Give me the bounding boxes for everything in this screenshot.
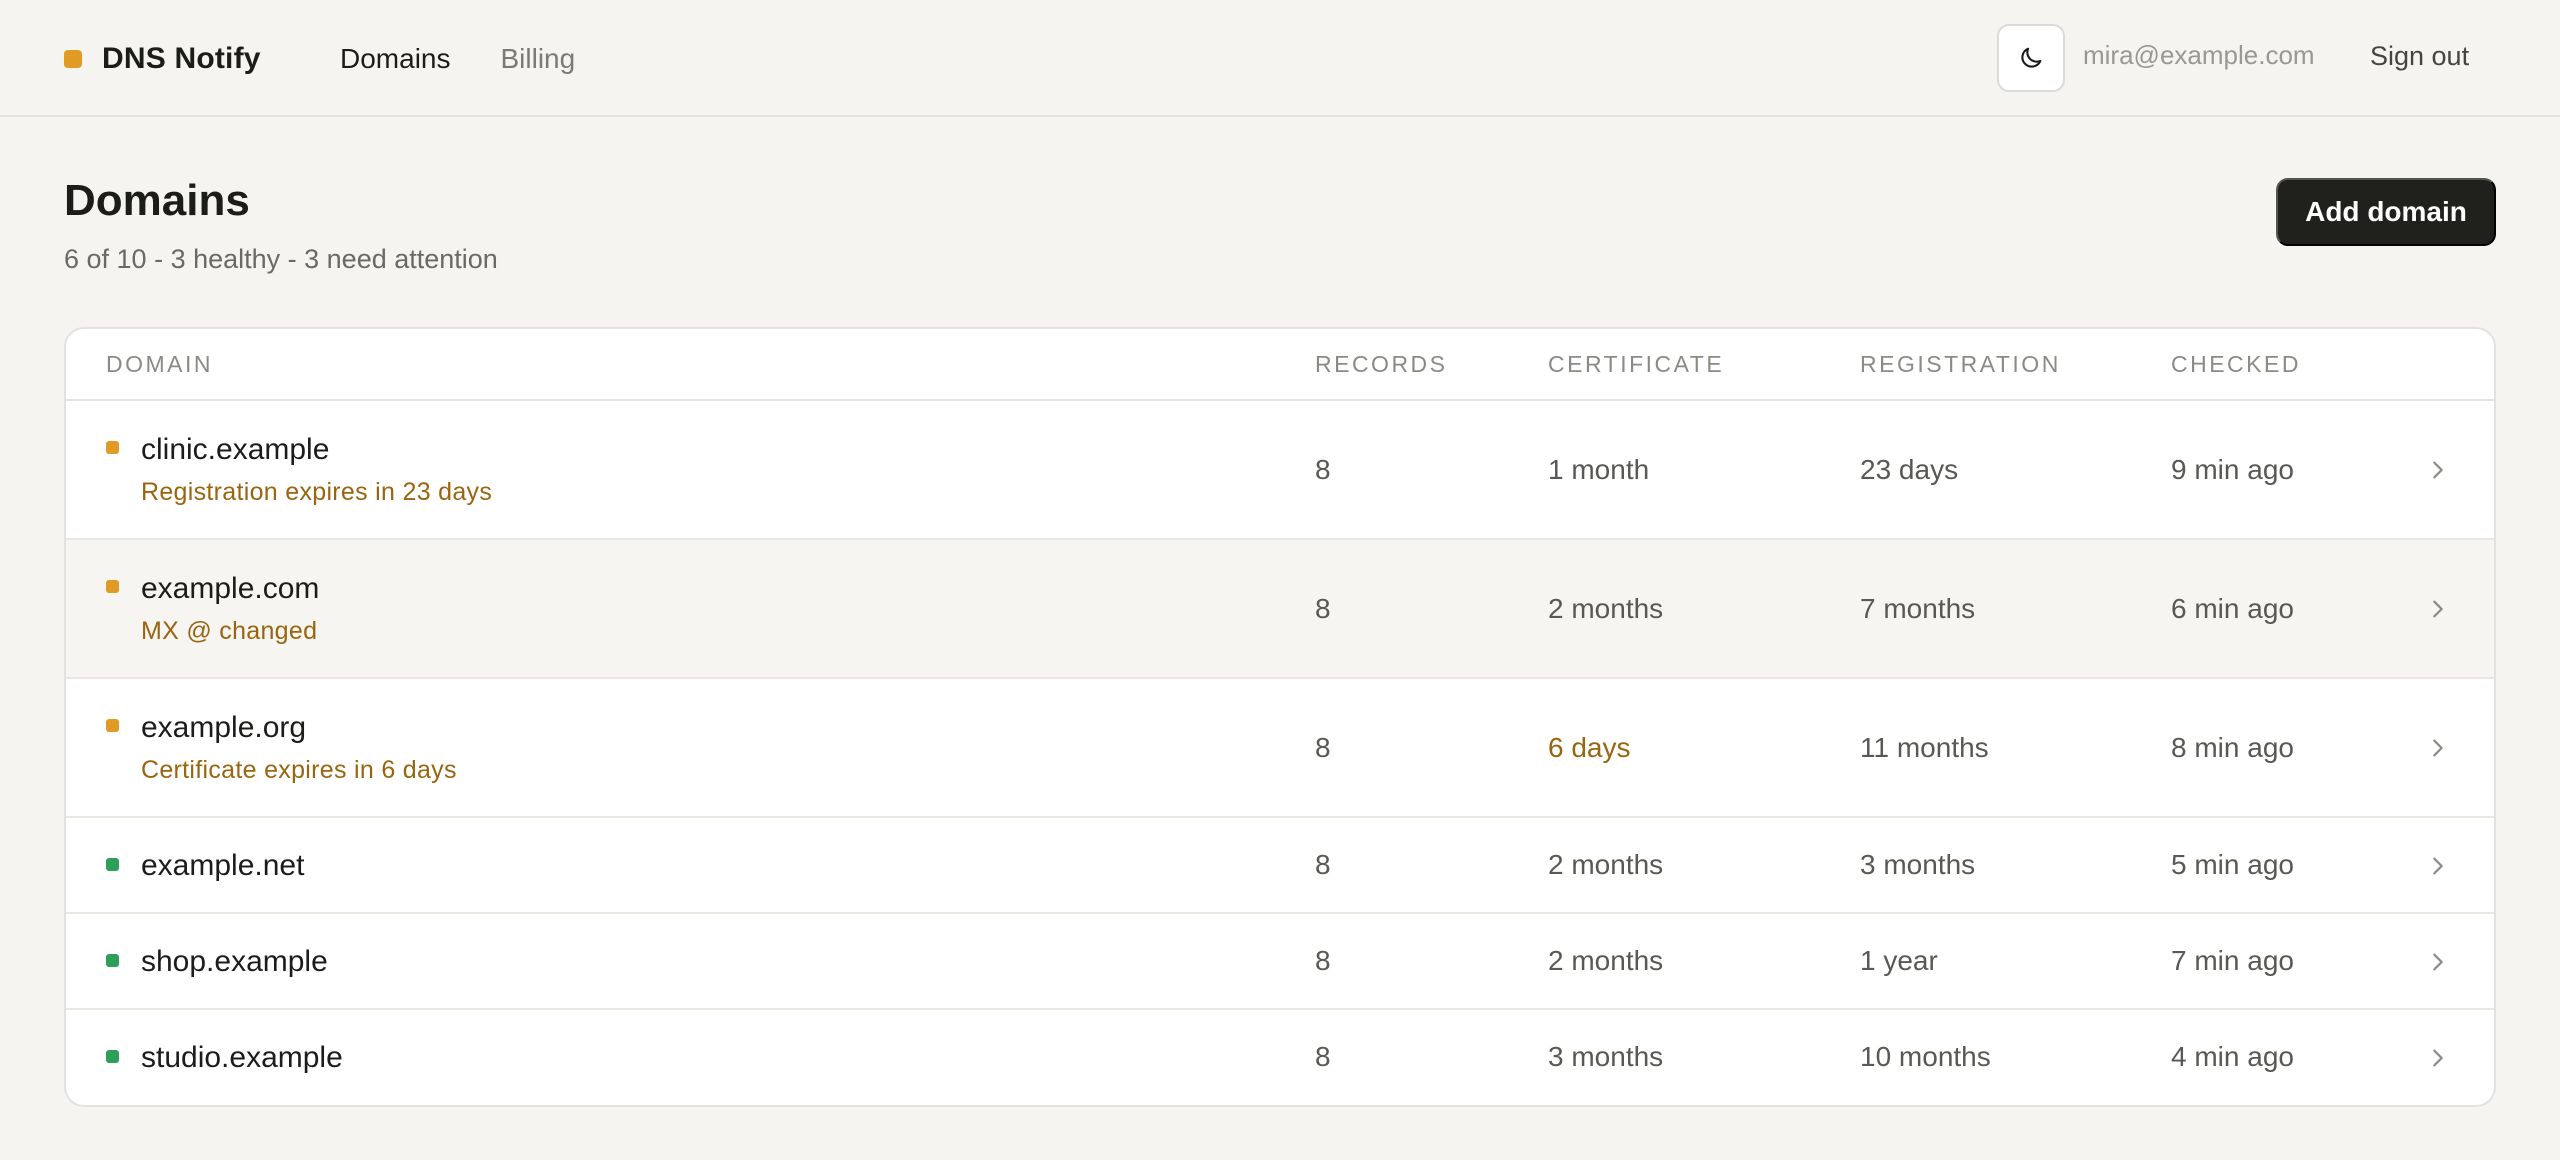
domain-row[interactable]: shop.example 8 2 months 1 year 7 min ago bbox=[66, 914, 2494, 1010]
last-checked: 8 min ago bbox=[2171, 732, 2294, 763]
domain-name: shop.example bbox=[141, 945, 328, 978]
domain-row[interactable]: example.net 8 2 months 3 months 5 min ag… bbox=[66, 818, 2494, 914]
registration-expiry: 11 months bbox=[1860, 732, 1989, 763]
warning-status-icon bbox=[106, 580, 119, 593]
certificate-expiry: 1 month bbox=[1548, 454, 1650, 485]
table-header: Domain Records Certificate Registration … bbox=[66, 329, 2494, 401]
domain-row[interactable]: clinic.example Registration expires in 2… bbox=[66, 401, 2494, 540]
user-email: mira@example.com bbox=[2083, 40, 2315, 70]
theme-toggle-button[interactable] bbox=[1997, 24, 2065, 92]
main-nav: Domains Billing bbox=[340, 0, 625, 117]
records-count: 8 bbox=[1315, 454, 1331, 485]
certificate-expiry: 2 months bbox=[1548, 945, 1664, 976]
chevron-right-icon bbox=[2433, 739, 2443, 757]
domain-name: example.org bbox=[141, 711, 307, 744]
nav-link-billing[interactable]: Billing bbox=[500, 43, 575, 75]
column-header-records: Records bbox=[1315, 351, 1448, 377]
last-checked: 6 min ago bbox=[2171, 593, 2294, 624]
registration-expiry: 3 months bbox=[1860, 849, 1976, 880]
domain-name: clinic.example bbox=[141, 433, 330, 466]
warning-status-icon bbox=[106, 441, 119, 454]
chevron-right-icon bbox=[2433, 857, 2443, 875]
registration-expiry: 1 year bbox=[1860, 945, 1938, 976]
domain-name: example.net bbox=[141, 849, 305, 882]
certificate-expiry: 3 months bbox=[1548, 1041, 1664, 1072]
domain-alert: Certificate expires in 6 days bbox=[141, 756, 457, 784]
top-navbar: DNS Notify Domains Billing mira@example.… bbox=[0, 0, 2560, 117]
sign-out-button[interactable]: Sign out bbox=[2370, 41, 2469, 72]
column-header-registration: Registration bbox=[1860, 351, 2061, 377]
column-header-domain: Domain bbox=[106, 351, 213, 377]
certificate-expiry: 2 months bbox=[1548, 593, 1664, 624]
records-count: 8 bbox=[1315, 945, 1331, 976]
last-checked: 7 min ago bbox=[2171, 945, 2294, 976]
domain-name: example.com bbox=[141, 572, 320, 605]
domain-row[interactable]: studio.example 8 3 months 10 months 4 mi… bbox=[66, 1010, 2494, 1105]
nav-link-domains[interactable]: Domains bbox=[340, 43, 450, 75]
last-checked: 4 min ago bbox=[2171, 1041, 2294, 1072]
domain-row[interactable]: example.com MX @ changed 8 2 months 7 mo… bbox=[66, 540, 2494, 679]
domain-row[interactable]: example.org Certificate expires in 6 day… bbox=[66, 679, 2494, 818]
domains-table: Domain Records Certificate Registration … bbox=[64, 327, 2496, 1107]
moon-icon bbox=[2021, 47, 2042, 68]
certificate-expiry: 2 months bbox=[1548, 849, 1664, 880]
healthy-status-icon bbox=[106, 1050, 119, 1063]
last-checked: 5 min ago bbox=[2171, 849, 2294, 880]
column-header-checked: Checked bbox=[2171, 351, 2301, 377]
domain-name: studio.example bbox=[141, 1041, 343, 1074]
healthy-status-icon bbox=[106, 858, 119, 871]
healthy-status-icon bbox=[106, 954, 119, 967]
registration-expiry: 10 months bbox=[1860, 1041, 1991, 1072]
domain-alert: Registration expires in 23 days bbox=[141, 478, 493, 506]
records-count: 8 bbox=[1315, 849, 1331, 880]
brand[interactable]: DNS Notify bbox=[64, 0, 261, 117]
registration-expiry: 7 months bbox=[1860, 593, 1976, 624]
chevron-right-icon bbox=[2433, 953, 2443, 971]
certificate-expiry: 6 days bbox=[1548, 732, 1631, 763]
domain-alert: MX @ changed bbox=[141, 617, 318, 645]
brand-name: DNS Notify bbox=[102, 41, 261, 75]
records-count: 8 bbox=[1315, 593, 1331, 624]
brand-logo-icon bbox=[64, 49, 82, 68]
chevron-right-icon bbox=[2433, 600, 2443, 618]
chevron-right-icon bbox=[2433, 461, 2443, 479]
domains-summary: 6 of 10 - 3 healthy - 3 need attention bbox=[64, 244, 498, 274]
last-checked: 9 min ago bbox=[2171, 454, 2294, 485]
chevron-right-icon bbox=[2433, 1049, 2443, 1067]
column-header-certificate: Certificate bbox=[1548, 351, 1725, 377]
registration-expiry: 23 days bbox=[1860, 454, 1959, 485]
add-domain-button[interactable]: Add domain bbox=[2276, 178, 2496, 246]
warning-status-icon bbox=[106, 719, 119, 732]
records-count: 8 bbox=[1315, 732, 1331, 763]
records-count: 8 bbox=[1315, 1041, 1331, 1072]
page-title: Domains bbox=[64, 176, 250, 225]
